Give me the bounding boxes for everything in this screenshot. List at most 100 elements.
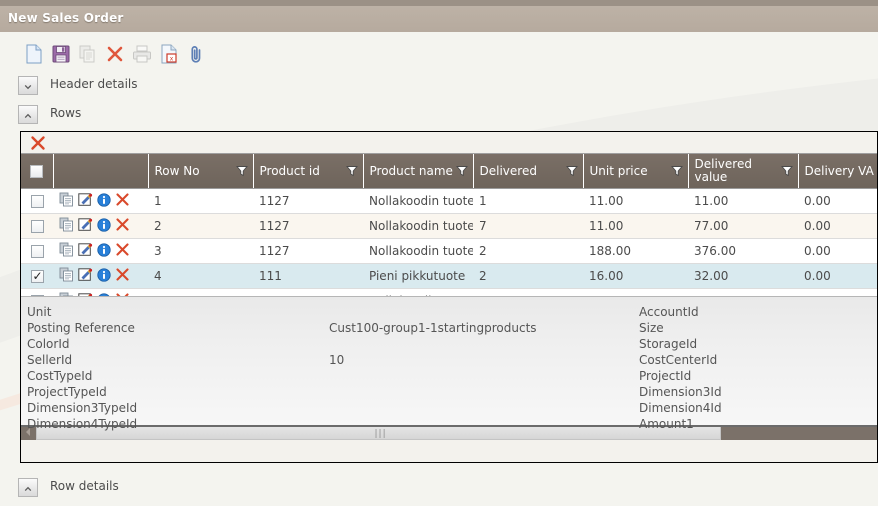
header-label-product-id: Product id <box>259 163 320 178</box>
delete-row-icon[interactable] <box>115 242 130 260</box>
cell-delivered: 7 <box>473 213 583 239</box>
header-label-delivered: Delivered <box>479 163 537 178</box>
grid-toolbar <box>21 132 877 154</box>
section-rows[interactable]: Rows <box>0 105 878 129</box>
edit-row-icon[interactable] <box>78 192 93 210</box>
header-cell-product-id[interactable]: Product id <box>253 154 364 189</box>
select-all-checkbox[interactable] <box>30 164 44 178</box>
info-row-icon[interactable] <box>97 242 111 260</box>
page-title: New Sales Order <box>8 11 124 25</box>
svg-text:x: x <box>170 55 174 62</box>
cell-product-id: 1127 <box>253 213 363 239</box>
table-row[interactable]: 3 1127 Nollakoodin tuote 2 188.00 376.00 0.00 <box>21 238 877 264</box>
grid-delete-selected-button[interactable] <box>29 134 47 152</box>
detail-field-label: Dimension3TypeId <box>27 401 138 415</box>
copy-button[interactable] <box>74 38 102 68</box>
rows-expander[interactable] <box>18 105 38 124</box>
table-row[interactable]: ✓ 4 111 Pieni pikkutuote 2 16.00 32.00 0.00 <box>21 263 877 289</box>
print-button[interactable] <box>128 38 156 68</box>
cell-actions[interactable] <box>53 213 148 239</box>
window-titlebar: New Sales Order <box>0 6 878 32</box>
detail-field-label: CostCenterId <box>639 353 718 367</box>
row-details-expander[interactable] <box>18 478 38 497</box>
cell-actions[interactable] <box>53 238 148 264</box>
cell-delivery-vat: 0.00 <box>798 238 877 264</box>
cell-select[interactable] <box>21 238 53 264</box>
table-row[interactable]: 1 1127 Nollakoodin tuote 1 11.00 11.00 0.00 <box>21 188 877 214</box>
info-row-icon[interactable] <box>97 192 111 210</box>
copy-row-icon[interactable] <box>59 267 74 285</box>
filter-icon[interactable] <box>565 165 578 177</box>
row-detail-overlay: Unit Posting Reference Cust100-group1-1sta… <box>21 296 877 431</box>
header-cell-unit-price[interactable]: Unit price <box>583 154 689 189</box>
header-details-expander[interactable] <box>18 76 38 95</box>
header-label-delivered-value: Delivered value <box>694 157 752 184</box>
filter-icon[interactable] <box>670 165 683 177</box>
detail-field-label: ProjectTypeId <box>27 385 107 399</box>
edit-row-icon[interactable] <box>78 242 93 260</box>
detail-field-label: SellerId <box>27 353 73 367</box>
section-header-details[interactable]: Header details <box>0 76 878 100</box>
delete-button[interactable] <box>101 38 129 68</box>
row-checkbox[interactable] <box>30 220 44 233</box>
filter-icon[interactable] <box>780 165 793 177</box>
cell-select[interactable]: ✓ <box>21 263 53 289</box>
detail-field-label: Amount1 <box>639 417 694 431</box>
filter-icon[interactable] <box>345 165 358 177</box>
detail-field-label: Dimension3Id <box>639 385 722 399</box>
rows-label: Rows <box>50 106 82 120</box>
new-document-button[interactable] <box>20 38 48 68</box>
row-checkbox[interactable] <box>30 195 44 208</box>
cell-delivered-value: 11.00 <box>688 188 798 214</box>
delete-row-icon[interactable] <box>115 192 130 210</box>
copy-row-icon[interactable] <box>59 242 74 260</box>
export-excel-button[interactable]: x <box>155 38 183 68</box>
table-header-row: Row No Product id Product name Delivered… <box>21 154 877 189</box>
edit-row-icon[interactable] <box>78 267 93 285</box>
filter-icon[interactable] <box>455 165 468 177</box>
cell-unit-price: 16.00 <box>583 263 688 289</box>
delete-row-icon[interactable] <box>115 217 130 235</box>
info-row-icon[interactable] <box>97 267 111 285</box>
header-cell-select[interactable] <box>21 154 54 189</box>
cell-delivery-vat: 0.00 <box>798 188 877 214</box>
chevron-up-icon <box>24 113 32 119</box>
edit-row-icon[interactable] <box>78 217 93 235</box>
cell-product-id: 1127 <box>253 238 363 264</box>
header-cell-product-name[interactable]: Product name <box>363 154 474 189</box>
table-body: 1 1127 Nollakoodin tuote 1 11.00 11.00 0.00 2 11… <box>21 188 877 314</box>
header-cell-delivery-vat[interactable]: Delivery VA <box>798 154 877 189</box>
cell-delivered: 2 <box>473 238 583 264</box>
header-cell-delivered-value[interactable]: Delivered value <box>688 154 799 189</box>
cell-actions[interactable] <box>53 263 148 289</box>
header-cell-row-no[interactable]: Row No <box>148 154 254 189</box>
header-cell-actions <box>53 154 149 189</box>
row-checkbox[interactable]: ✓ <box>30 270 44 283</box>
save-button[interactable] <box>47 38 75 68</box>
cell-product-name: Nollakoodin tuote <box>363 213 473 239</box>
row-details-label: Row details <box>50 479 119 493</box>
header-cell-delivered[interactable]: Delivered <box>473 154 584 189</box>
detail-field-label: Unit <box>27 305 52 319</box>
row-checkbox[interactable] <box>30 245 44 258</box>
attach-button[interactable] <box>182 38 210 68</box>
cell-actions[interactable] <box>53 188 148 214</box>
table-row[interactable]: 2 1127 Nollakoodin tuote 7 11.00 77.00 0.00 <box>21 213 877 239</box>
detail-field-value: 10 <box>329 353 345 367</box>
copy-row-icon[interactable] <box>59 217 74 235</box>
detail-field-label: Dimension4TypeId <box>27 417 138 431</box>
copy-row-icon[interactable] <box>59 192 74 210</box>
section-row-details[interactable]: Row details <box>0 478 878 502</box>
scrollbar-thumb[interactable]: ||| <box>36 425 721 440</box>
cell-select[interactable] <box>21 188 53 214</box>
cell-select[interactable] <box>21 213 53 239</box>
info-row-icon[interactable] <box>97 217 111 235</box>
header-label-unit-price: Unit price <box>589 163 648 178</box>
header-label-row-no: Row No <box>154 163 200 178</box>
filter-icon[interactable] <box>235 165 248 177</box>
cell-product-name: Nollakoodin tuote <box>363 188 473 214</box>
detail-field-label: StorageId <box>639 337 698 351</box>
delete-row-icon[interactable] <box>115 267 130 285</box>
header-label-product-name: Product name <box>369 163 453 178</box>
cell-delivered: 1 <box>473 188 583 214</box>
